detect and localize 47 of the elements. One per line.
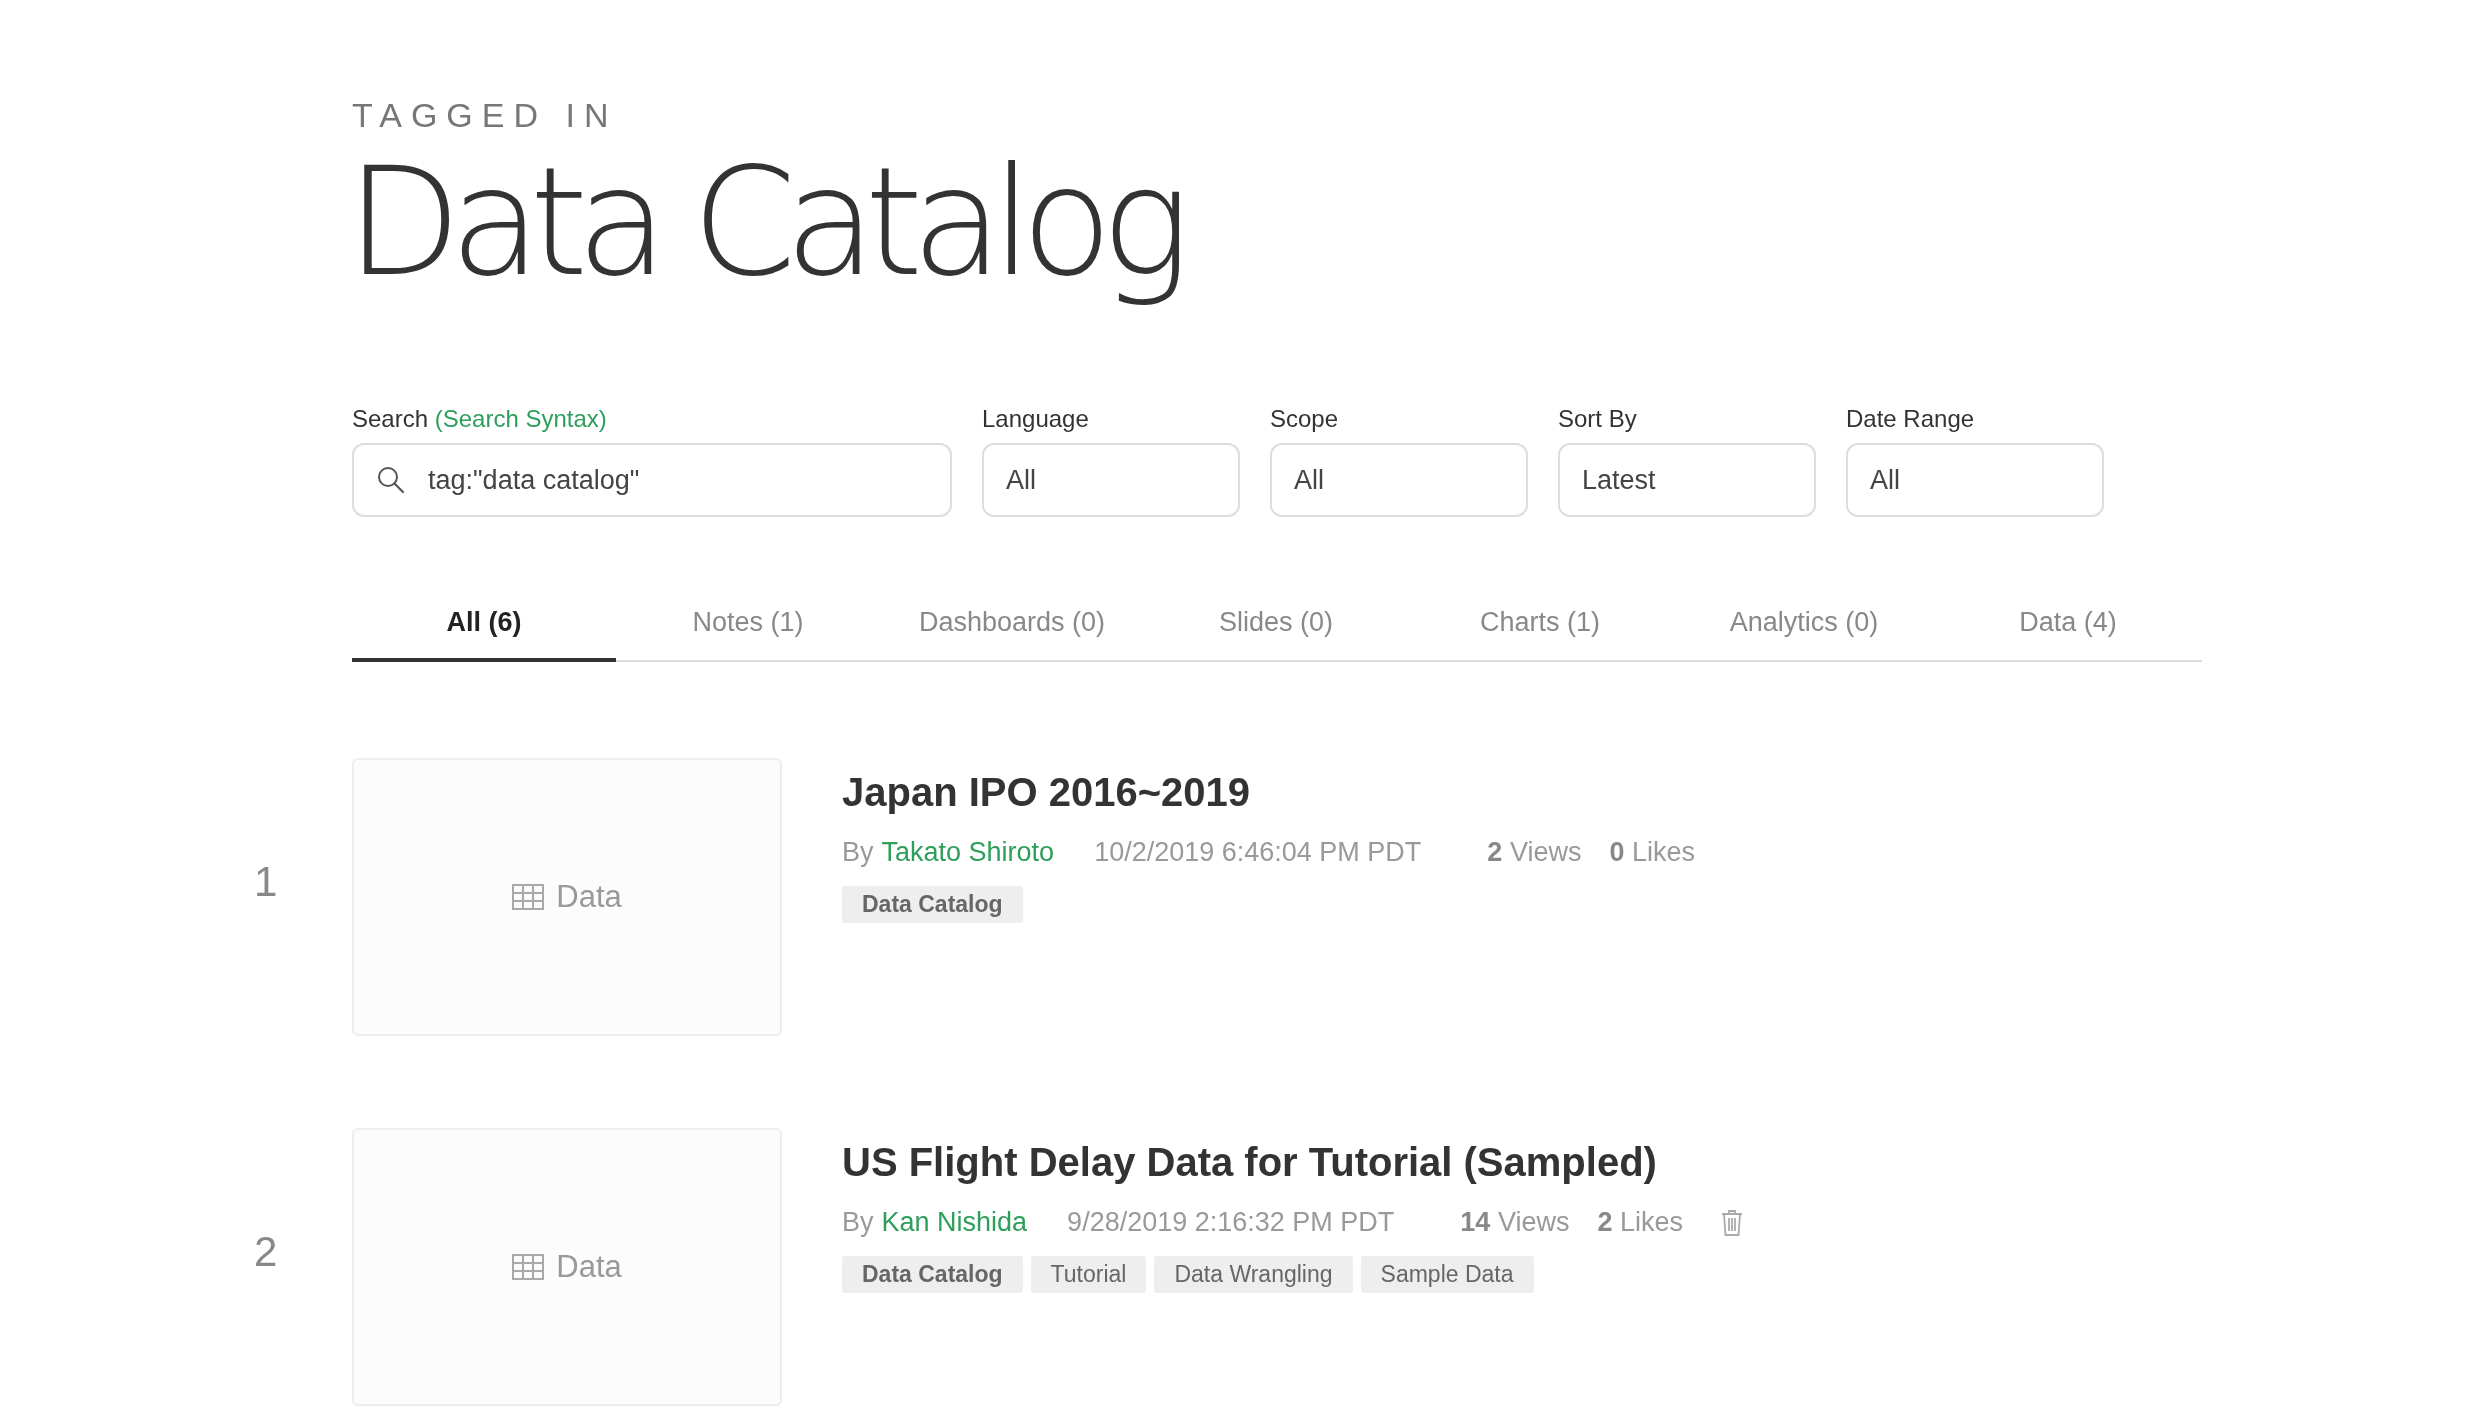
dropdown-field[interactable]: All [982, 443, 1240, 517]
field-label: Scope [1270, 405, 1339, 432]
tab[interactable]: Data (4) [1936, 593, 2200, 662]
dropdown-field[interactable]: Latest [1558, 443, 1816, 517]
search-syntax-link[interactable]: (Search Syntax) [434, 405, 607, 432]
tag[interactable]: Tutorial [1030, 1256, 1147, 1293]
author-prefix: By [842, 1207, 874, 1238]
search-field[interactable]: tag:"data catalog" [352, 443, 952, 517]
result-number: 2 [253, 1228, 279, 1276]
dropdown-field[interactable]: All [1270, 443, 1528, 517]
page-title: Data Catalog [346, 137, 1179, 307]
like-count: 0 Likes [1609, 837, 1695, 868]
dropdown-field[interactable]: All [1846, 443, 2104, 517]
result-title[interactable]: US Flight Delay Data for Tutorial (Sampled) [842, 1140, 1657, 1185]
table-icon [512, 1254, 545, 1280]
like-count: 2 Likes [1597, 1207, 1683, 1238]
field-label: Language [982, 405, 1089, 432]
tab[interactable]: Slides (0) [1144, 593, 1408, 662]
result-date: 9/28/2019 2:16:32 PM PDT [1067, 1207, 1395, 1238]
tag[interactable]: Data Catalog [842, 886, 1023, 923]
tab[interactable]: Analytics (0) [1672, 593, 1936, 662]
field-label: Sort By [1558, 405, 1637, 432]
search-icon [376, 465, 406, 495]
tab[interactable]: All (6) [352, 593, 616, 662]
result-number: 1 [253, 858, 279, 906]
tag[interactable]: Data Catalog [842, 1256, 1023, 1293]
view-count: 14 Views [1460, 1207, 1570, 1238]
field-label: Search [352, 405, 429, 432]
tab[interactable]: Notes (1) [616, 593, 880, 662]
page-eyebrow: TAGGED IN [352, 96, 618, 135]
result-date: 10/2/2019 6:46:04 PM PDT [1094, 837, 1422, 868]
tag[interactable]: Sample Data [1360, 1256, 1534, 1293]
view-count: 2 Views [1487, 837, 1582, 868]
table-icon [512, 884, 545, 910]
field-label: Date Range [1846, 405, 1975, 432]
author-link[interactable]: Kan Nishida [881, 1207, 1028, 1238]
thumbnail-card[interactable]: Data [352, 758, 782, 1036]
thumbnail-label: Data [556, 1249, 622, 1285]
tab[interactable]: Dashboards (0) [880, 593, 1144, 662]
author-link[interactable]: Takato Shiroto [881, 837, 1055, 868]
result-title[interactable]: Japan IPO 2016~2019 [842, 770, 1251, 815]
trash-icon[interactable] [1721, 1208, 1743, 1237]
author-prefix: By [842, 837, 874, 868]
tab[interactable]: Charts (1) [1408, 593, 1672, 662]
thumbnail-label: Data [556, 879, 622, 915]
tag[interactable]: Data Wrangling [1154, 1256, 1353, 1293]
thumbnail-card[interactable]: Data [352, 1128, 782, 1406]
